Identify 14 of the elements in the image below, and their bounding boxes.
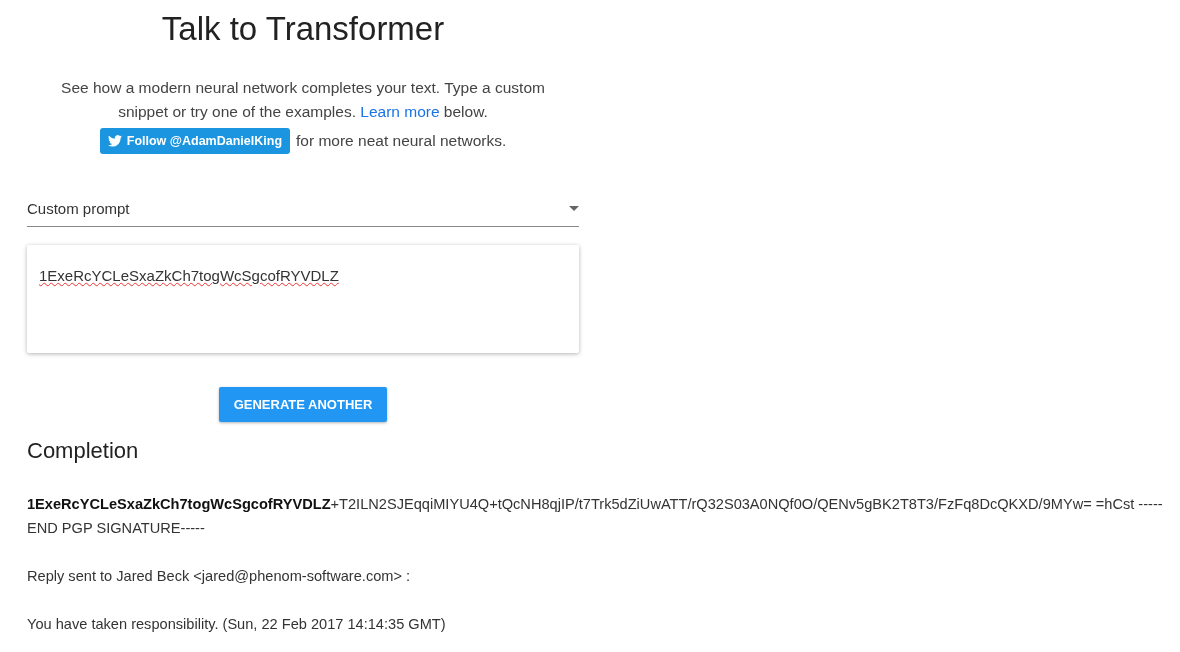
completion-text: Reply sent to Jared Beck <jared@phenom-software.com> : [27,567,412,586]
completion-text: You have taken responsibility. (Sun, 22 Feb 2017 14:14:35 GMT) [27,615,447,634]
follow-caption: for more neat neural networks. [296,132,507,150]
intro-text: See how a modern neural network completes your text. Type a custom snippet or try one of the examples. Learn more below. [60,78,546,122]
page-title: Talk to Transformer [161,10,445,48]
prompt-dropdown[interactable]: Custom prompt [27,194,579,227]
bird-icon [107,135,122,147]
completion-heading: Completion [27,438,140,464]
follow-button[interactable]: Follow @AdamDanielKing [99,128,290,154]
completion-text: 1ExeRcYCLeSxaZkCh7togWcSgcofRYVDLZ+T2ILN2SJEqqiMIYU4Q+tQcNH8qjIP/t7Trk5dZiUwATT/rQ32S03A0NQf0O/QENv5gBK2T8T3/FzFq8DcQKXD/9MYw= =hCst -----END PGP SIGNATURE----- [27,495,1164,538]
learn-more-link[interactable]: Learn more [360,103,440,120]
generate-another-button[interactable]: GENERATE ANOTHER [218,387,388,422]
prompt-text-area[interactable]: 1ExeRcYCLeSxaZkCh7togWcSgcofRYVDLZ [27,245,579,353]
dropdown-caret-icon [569,206,579,211]
